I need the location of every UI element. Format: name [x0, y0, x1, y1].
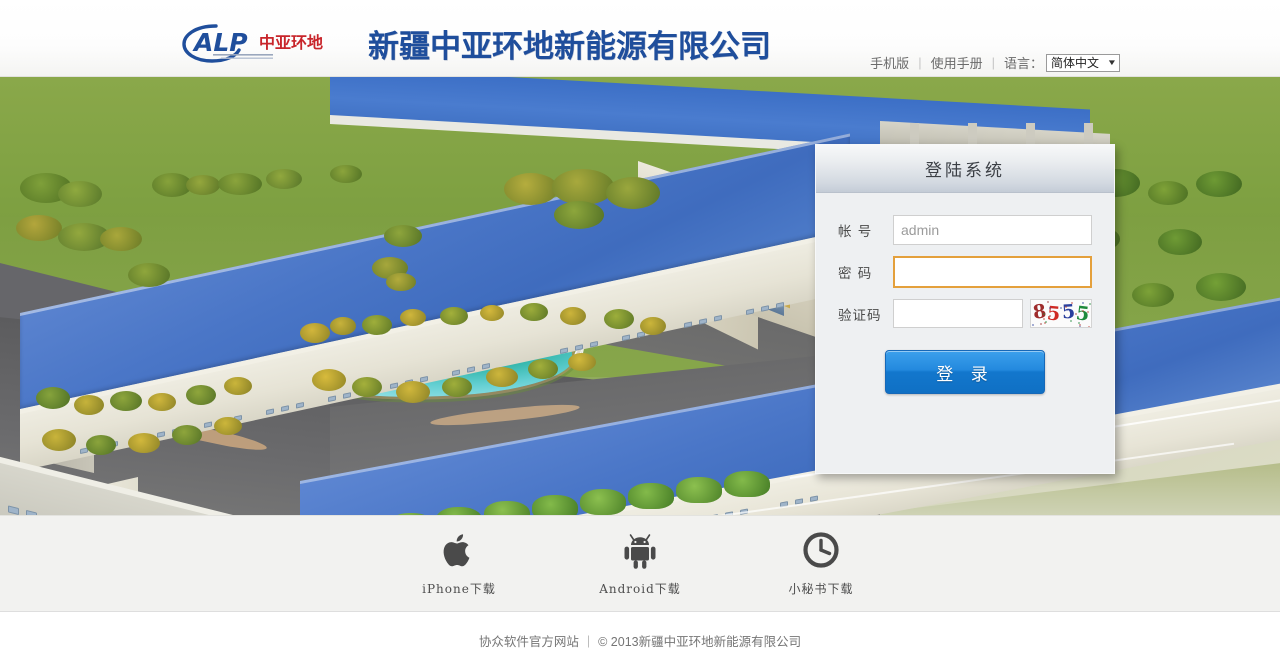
language-select-value: 简体中文 [1051, 55, 1099, 71]
login-page: ALP 中亚环地 新疆中亚环地新能源有限公司 手机版 | 使用手册 | 语言： … [0, 0, 1280, 669]
captcha-noise-dot [1089, 303, 1091, 305]
alp-logo-icon: ALP 中亚环地 [182, 20, 360, 64]
login-panel-header: 登陆系统 [816, 145, 1114, 193]
captcha-noise-dot [1032, 324, 1034, 326]
company-title: 新疆中亚环地新能源有限公司 [368, 21, 771, 66]
login-button-row: 登 录 [838, 350, 1092, 394]
login-panel: 登陆系统 帐 号 密 码 验证码 8555 登 录 [815, 144, 1115, 474]
vendor-site-link[interactable]: 协众软件官方网站 [479, 631, 579, 650]
captcha-digit: 5 [1075, 304, 1090, 324]
download-links: iPhone下载 Android下载 小秘书下载 [0, 530, 1280, 597]
captcha-noise-dot [1088, 326, 1090, 328]
clock-icon [801, 530, 841, 570]
footer-content: 协众软件官方网站 | © 2013新疆中亚环地新能源有限公司 [479, 631, 801, 650]
captcha-noise-dot [1040, 323, 1042, 325]
language-select[interactable]: 简体中文 ▼ [1046, 54, 1120, 72]
login-form: 帐 号 密 码 验证码 8555 登 录 [816, 193, 1114, 394]
captcha-noise-dot [1071, 302, 1073, 304]
captcha-noise-dot [1079, 326, 1081, 328]
mobile-version-link[interactable]: 手机版 [861, 53, 918, 72]
username-label: 帐 号 [838, 220, 893, 240]
svg-text:中亚环地: 中亚环地 [259, 33, 323, 52]
download-secretary[interactable]: 小秘书下载 [766, 530, 876, 597]
captcha-digit: 5 [1061, 303, 1076, 323]
download-iphone-label: iPhone下载 [422, 580, 496, 597]
download-android-label: Android下载 [599, 580, 681, 597]
captcha-noise-dot [1082, 310, 1084, 312]
captcha-noise-dot [1043, 318, 1045, 320]
captcha-row: 验证码 8555 [838, 299, 1092, 328]
username-input[interactable] [893, 215, 1092, 245]
hero-background-image: 登陆系统 帐 号 密 码 验证码 8555 登 录 [0, 77, 1280, 515]
username-row: 帐 号 [838, 215, 1092, 245]
captcha-label: 验证码 [838, 304, 893, 324]
captcha-digit: 8 [1032, 302, 1048, 323]
app-download-bar: iPhone下载 Android下载 小秘书下载 [0, 515, 1280, 612]
user-manual-link[interactable]: 使用手册 [922, 53, 992, 72]
captcha-noise-dot [1087, 311, 1089, 313]
password-input[interactable] [893, 256, 1092, 288]
login-title: 登陆系统 [925, 156, 1005, 181]
password-label: 密 码 [838, 262, 893, 282]
captcha-noise-dot [1049, 307, 1051, 309]
site-header: ALP 中亚环地 新疆中亚环地新能源有限公司 手机版 | 使用手册 | 语言： … [0, 0, 1280, 77]
login-submit-button[interactable]: 登 录 [885, 350, 1045, 394]
footer-separator: | [587, 634, 590, 648]
top-navigation: 手机版 | 使用手册 | 语言： 简体中文 ▼ [861, 53, 1120, 72]
download-iphone[interactable]: iPhone下载 [404, 530, 514, 597]
copyright-text: © 2013新疆中亚环地新能源有限公司 [598, 631, 801, 650]
password-row: 密 码 [838, 256, 1092, 288]
captcha-input[interactable] [893, 299, 1023, 328]
captcha-image[interactable]: 8555 [1030, 299, 1092, 328]
captcha-noise-dot [1043, 313, 1045, 315]
brand-logo: ALP 中亚环地 [182, 20, 360, 64]
language-label: 语言： [995, 53, 1045, 72]
android-icon [622, 530, 658, 570]
apple-icon [442, 530, 476, 570]
captcha-noise-dot [1066, 309, 1068, 311]
site-footer: 协众软件官方网站 | © 2013新疆中亚环地新能源有限公司 [0, 612, 1280, 669]
download-android[interactable]: Android下载 [585, 530, 695, 597]
chevron-down-icon: ▼ [1107, 55, 1117, 71]
download-secretary-label: 小秘书下载 [788, 580, 853, 597]
svg-text:ALP: ALP [192, 28, 248, 57]
